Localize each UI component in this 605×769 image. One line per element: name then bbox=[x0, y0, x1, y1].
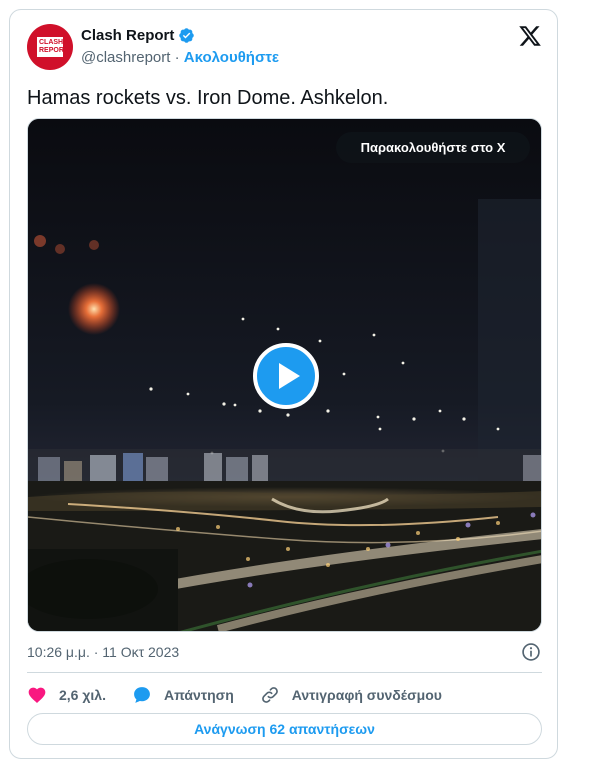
author-avatar[interactable]: CLASH REPORT bbox=[27, 24, 73, 70]
info-icon[interactable] bbox=[521, 642, 541, 662]
like-button[interactable]: 2,6 χιλ. bbox=[27, 685, 106, 705]
video-player[interactable]: Παρακολουθήστε στο X bbox=[27, 118, 542, 632]
author-name-row: Clash Report bbox=[81, 27, 195, 44]
play-icon[interactable] bbox=[253, 343, 319, 409]
watch-on-x-button[interactable]: Παρακολουθήστε στο X bbox=[336, 132, 530, 163]
x-logo-icon[interactable] bbox=[518, 24, 542, 48]
copy-link-label: Αντιγραφή συνδέσμου bbox=[291, 687, 442, 703]
heart-icon bbox=[28, 687, 46, 703]
avatar-logo-line2: REPORT bbox=[39, 47, 69, 54]
author-handle-row: @clashreport · Ακολουθήστε bbox=[81, 49, 279, 66]
avatar-logo-line1: CLASH bbox=[39, 39, 64, 46]
reply-button[interactable]: Απάντηση bbox=[132, 685, 234, 705]
tweet-timestamp[interactable]: 10:26 μ.μ. · 11 Οκτ 2023 bbox=[27, 644, 179, 660]
copy-link-button[interactable]: Αντιγραφή συνδέσμου bbox=[260, 685, 442, 705]
tweet-embed-card: CLASH REPORT Clash Report @clashreport ·… bbox=[9, 9, 558, 759]
author-name[interactable]: Clash Report bbox=[81, 27, 174, 44]
tweet-actions: 2,6 χιλ. Απάντηση Αντιγραφή συνδέσμου bbox=[27, 683, 468, 707]
verified-badge-icon bbox=[179, 28, 195, 43]
avatar-logo: CLASH REPORT bbox=[37, 37, 69, 57]
tweet-text: Hamas rockets vs. Iron Dome. Ashkelon. bbox=[27, 87, 389, 109]
author-handle[interactable]: @clashreport bbox=[81, 49, 170, 66]
link-icon bbox=[261, 687, 278, 703]
like-count: 2,6 χιλ. bbox=[59, 687, 106, 703]
follow-button[interactable]: Ακολουθήστε bbox=[184, 49, 279, 66]
read-replies-button[interactable]: Ανάγνωση 62 απαντήσεων bbox=[27, 713, 542, 745]
divider bbox=[27, 672, 542, 673]
reply-bubble-icon bbox=[134, 687, 150, 703]
reply-label: Απάντηση bbox=[163, 687, 234, 703]
handle-separator: · bbox=[174, 49, 180, 66]
